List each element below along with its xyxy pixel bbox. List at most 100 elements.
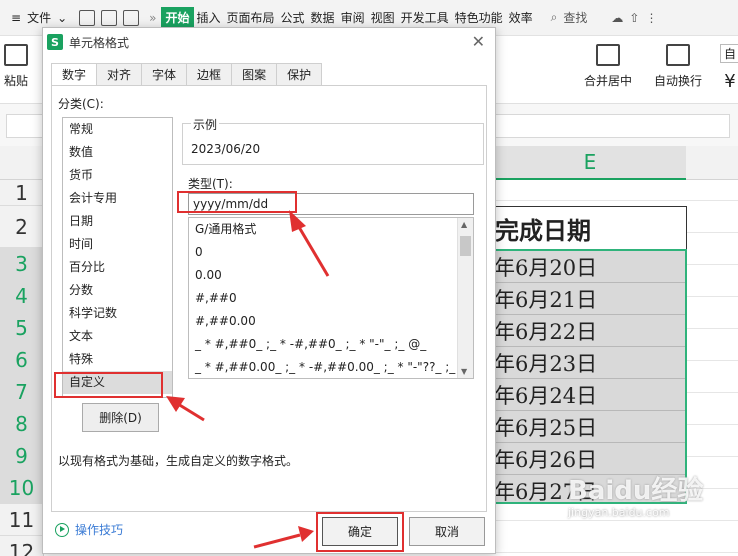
wrap-text-button[interactable]: 自动换行 bbox=[654, 44, 702, 89]
ok-button-highlight bbox=[316, 512, 404, 552]
search-label[interactable]: 查找 bbox=[560, 7, 590, 29]
merge-center-label: 合并居中 bbox=[584, 74, 633, 88]
format-code-item[interactable]: _ * #,##0.00_ ;_ * -#,##0.00_ ;_ * "-"??… bbox=[189, 356, 457, 378]
header-cell-completion-date[interactable]: 完成日期 bbox=[486, 206, 687, 250]
scroll-down-icon[interactable]: ▼ bbox=[461, 367, 467, 376]
scroll-thumb[interactable] bbox=[460, 236, 471, 256]
format-list-scrollbar[interactable]: ▲ ▼ bbox=[457, 218, 473, 378]
category-item[interactable]: 日期 bbox=[63, 210, 172, 233]
tab-home[interactable]: 开始 bbox=[161, 6, 194, 29]
format-code-item[interactable]: G/通用格式 bbox=[189, 218, 457, 241]
category-item[interactable]: 科学记数 bbox=[63, 302, 172, 325]
tab-review[interactable]: 审阅 bbox=[338, 7, 368, 29]
tab-protection[interactable]: 保护 bbox=[277, 63, 323, 86]
scroll-up-icon[interactable]: ▲ bbox=[461, 220, 467, 229]
date-cell[interactable]: 年6月22日 bbox=[488, 315, 685, 347]
category-item[interactable]: 常规 bbox=[63, 118, 172, 141]
row-header[interactable]: 7 bbox=[0, 376, 44, 408]
merge-center-button[interactable]: 合并居中 bbox=[584, 44, 632, 89]
close-icon[interactable]: ✕ bbox=[472, 34, 485, 50]
wps-logo-icon: S bbox=[47, 34, 63, 50]
hamburger-menu-icon[interactable]: ≡ bbox=[8, 7, 24, 29]
wps-spreadsheet-window: ≡ 文件 ⌄ » 开始 插入 页面布局 公式 数据 审阅 视图 开发工具 特色功… bbox=[0, 0, 738, 556]
format-code-item[interactable]: _ * #,##0_ ;_ * -#,##0_ ;_ * "-"_ ;_ @_ bbox=[189, 333, 457, 356]
category-list[interactable]: 常规 数值 货币 会计专用 日期 时间 百分比 分数 科学记数 文本 特殊 自定… bbox=[62, 117, 173, 398]
tab-border[interactable]: 边框 bbox=[187, 63, 233, 86]
row-header[interactable]: 3 bbox=[0, 248, 44, 280]
format-code-item[interactable]: #,##0.00 bbox=[189, 310, 457, 333]
row-header[interactable]: 11 bbox=[0, 504, 44, 536]
tab-efficiency[interactable]: 效率 bbox=[506, 7, 536, 29]
date-cell[interactable]: 年6月24日 bbox=[488, 379, 685, 411]
search-icon[interactable]: ⌕ bbox=[548, 7, 561, 29]
row-header[interactable]: 4 bbox=[0, 280, 44, 312]
paste-button[interactable]: 粘贴 bbox=[4, 44, 28, 89]
baidu-watermark-url: jingyan.baidu.com bbox=[568, 506, 670, 519]
share-icon[interactable]: ⇧ bbox=[626, 7, 642, 29]
type-input-highlight bbox=[177, 191, 297, 213]
category-item[interactable]: 文本 bbox=[63, 325, 172, 348]
tab-formulas[interactable]: 公式 bbox=[278, 7, 308, 29]
row-header[interactable]: 5 bbox=[0, 312, 44, 344]
column-header-e[interactable]: E bbox=[494, 146, 686, 180]
tab-view[interactable]: 视图 bbox=[368, 7, 398, 29]
date-cell[interactable]: 年6月20日 bbox=[488, 251, 685, 283]
tab-pattern[interactable]: 图案 bbox=[232, 63, 278, 86]
tab-insert[interactable]: 插入 bbox=[194, 7, 224, 29]
format-cells-dialog: S 单元格格式 ✕ 数字 对齐 字体 边框 图案 保护 分类(C): 常规 数值… bbox=[42, 27, 496, 554]
print-icon[interactable] bbox=[120, 7, 142, 29]
format-code-list[interactable]: G/通用格式 0 0.00 #,##0 #,##0.00 _ * #,##0_ … bbox=[188, 217, 474, 379]
selected-date-range[interactable]: 年6月20日 年6月21日 年6月22日 年6月23日 年6月24日 年6月25… bbox=[486, 249, 687, 504]
row-header[interactable]: 10 bbox=[0, 472, 44, 504]
tab-number[interactable]: 数字 bbox=[51, 63, 98, 86]
cancel-button[interactable]: 取消 bbox=[409, 517, 485, 546]
row-header[interactable]: 6 bbox=[0, 344, 44, 376]
row-headers: 1 2 3 4 5 6 7 8 9 10 11 12 bbox=[0, 180, 44, 556]
row-header[interactable]: 8 bbox=[0, 408, 44, 440]
more-options-icon[interactable]: ⋮ bbox=[642, 7, 660, 29]
category-item[interactable]: 时间 bbox=[63, 233, 172, 256]
date-cell[interactable]: 年6月21日 bbox=[488, 283, 685, 315]
cloud-sync-icon[interactable]: ☁ bbox=[608, 7, 626, 29]
category-item[interactable]: 货币 bbox=[63, 164, 172, 187]
tab-alignment[interactable]: 对齐 bbox=[97, 63, 143, 86]
category-item[interactable]: 特殊 bbox=[63, 348, 172, 371]
format-code-item[interactable]: 0.00 bbox=[189, 264, 457, 287]
sample-label: 示例 bbox=[191, 116, 220, 133]
play-icon bbox=[55, 522, 69, 537]
custom-category-highlight bbox=[54, 372, 163, 398]
more-tools-icon[interactable]: » bbox=[146, 7, 159, 29]
row-header[interactable]: 12 bbox=[0, 536, 44, 556]
dialog-tabs: 数字 对齐 字体 边框 图案 保护 bbox=[51, 63, 323, 86]
dialog-title: 单元格格式 bbox=[69, 35, 130, 50]
row-header[interactable]: 2 bbox=[0, 206, 44, 248]
delete-button[interactable]: 删除(D) bbox=[82, 403, 159, 432]
type-label: 类型(T): bbox=[188, 177, 233, 191]
paste-icon bbox=[4, 44, 28, 66]
tab-font[interactable]: 字体 bbox=[142, 63, 188, 86]
tab-special-features[interactable]: 特色功能 bbox=[452, 7, 506, 29]
save-icon[interactable] bbox=[76, 7, 98, 29]
category-item[interactable]: 会计专用 bbox=[63, 187, 172, 210]
dialog-title-bar[interactable]: S 单元格格式 ✕ bbox=[43, 28, 495, 56]
row-header[interactable]: 9 bbox=[0, 440, 44, 472]
merge-center-icon bbox=[596, 44, 620, 66]
tab-data[interactable]: 数据 bbox=[308, 7, 338, 29]
category-item[interactable]: 百分比 bbox=[63, 256, 172, 279]
date-cell[interactable]: 年6月25日 bbox=[488, 411, 685, 443]
file-menu-chevron-icon[interactable]: ⌄ bbox=[54, 7, 70, 29]
custom-format-description: 以现有格式为基础，生成自定义的数字格式。 bbox=[58, 454, 299, 468]
tab-developer[interactable]: 开发工具 bbox=[398, 7, 452, 29]
format-code-item[interactable]: 0 bbox=[189, 241, 457, 264]
sample-group: 示例 2023/06/20 bbox=[182, 116, 484, 165]
tab-page-layout[interactable]: 页面布局 bbox=[224, 7, 278, 29]
format-code-item[interactable]: #,##0 bbox=[189, 287, 457, 310]
number-format-dropdown[interactable]: 自 ¥ bbox=[720, 44, 738, 92]
export-icon[interactable] bbox=[98, 7, 120, 29]
operation-tips-link[interactable]: 操作技巧 bbox=[55, 521, 123, 538]
row-header[interactable]: 1 bbox=[0, 180, 44, 206]
date-cell[interactable]: 年6月23日 bbox=[488, 347, 685, 379]
category-item[interactable]: 分数 bbox=[63, 279, 172, 302]
category-item[interactable]: 数值 bbox=[63, 141, 172, 164]
file-menu[interactable]: 文件 bbox=[24, 7, 54, 29]
